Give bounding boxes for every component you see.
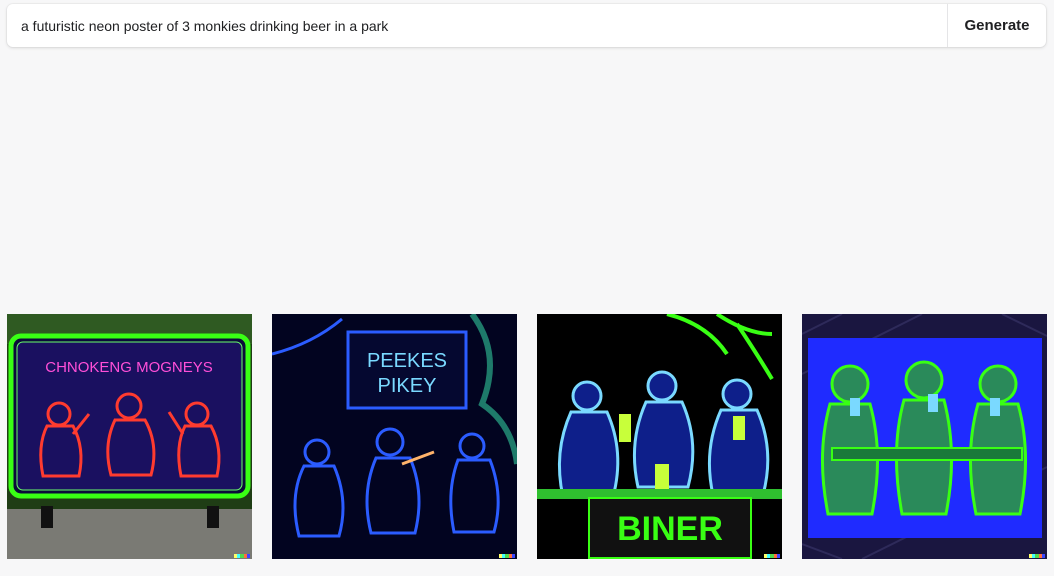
watermark-badge <box>234 554 251 558</box>
watermark-badge <box>764 554 781 558</box>
sign-text: CHNOKENG MOGNEYS <box>45 359 213 376</box>
generate-button[interactable]: Generate <box>947 4 1046 47</box>
result-image-1[interactable]: CHNOKENG MOGNEYS <box>7 314 252 559</box>
neon-monkeys-poster-image <box>802 314 1047 559</box>
sign-text-top: PEEKES <box>367 350 447 372</box>
result-image-2[interactable]: PEEKES PIKEY <box>272 314 517 559</box>
watermark-badge <box>499 554 516 558</box>
prompt-bar: Generate <box>7 4 1046 47</box>
result-image-3[interactable]: BINER <box>537 314 782 559</box>
sign-text: BINER <box>617 510 723 548</box>
result-image-4[interactable] <box>802 314 1047 559</box>
neon-monkeys-green-image: BINER <box>537 314 782 559</box>
neon-monkeys-sign-image: CHNOKENG MOGNEYS <box>7 314 252 559</box>
neon-monkeys-blue-image: PEEKES PIKEY <box>272 314 517 559</box>
sign-text-bottom: PIKEY <box>378 375 437 397</box>
prompt-input[interactable] <box>7 4 947 47</box>
results-grid: CHNOKENG MOGNEYS PEEKES PIKEY BINER <box>7 314 1047 559</box>
watermark-badge <box>1029 554 1046 558</box>
